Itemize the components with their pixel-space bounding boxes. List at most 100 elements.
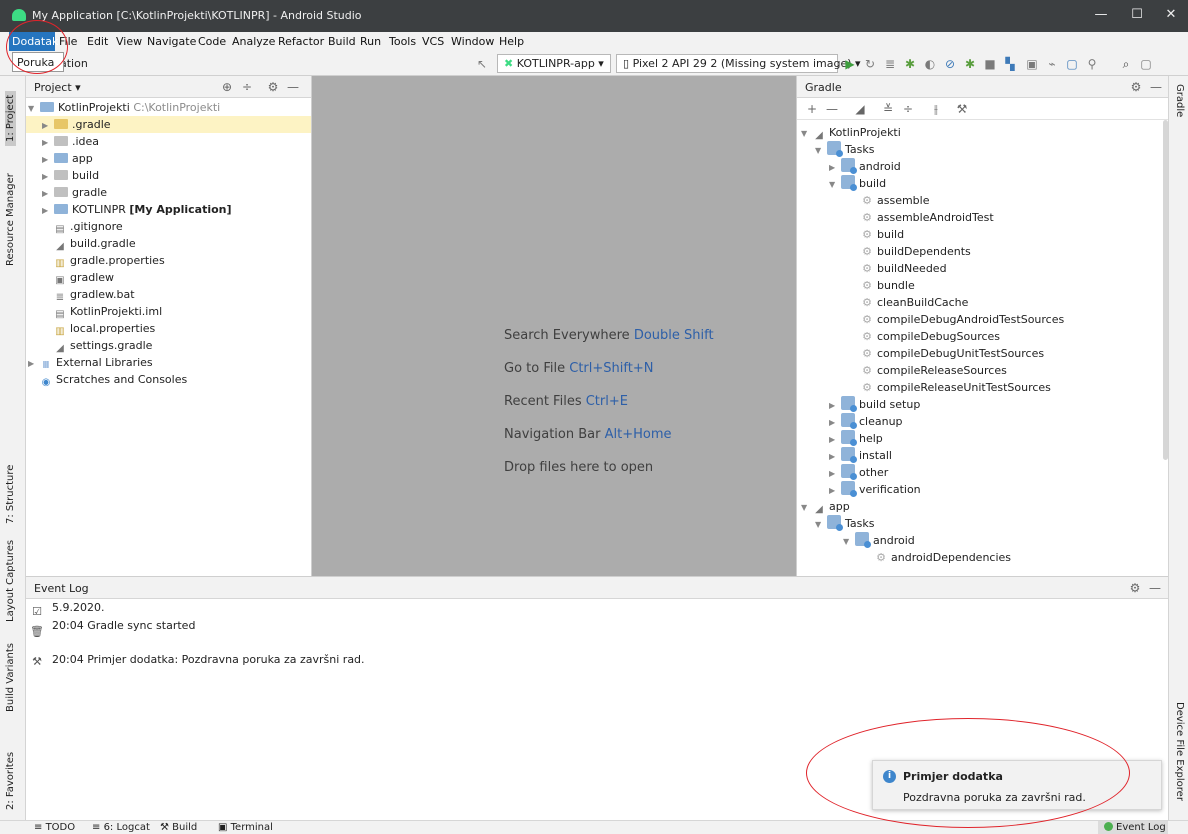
tree-item-scratches[interactable]: ◉ Scratches and Consoles xyxy=(40,371,188,388)
collapse-all-icon[interactable]: ÷ xyxy=(901,101,915,117)
gradle-group-android[interactable]: ▶ android xyxy=(829,158,901,175)
tree-item-app[interactable]: ▶ app xyxy=(42,150,93,167)
trash-icon[interactable]: 🗑 xyxy=(30,625,44,639)
menu-run[interactable]: Run xyxy=(360,34,381,50)
gradle-task[interactable]: ⚙ compileDebugSources xyxy=(861,328,1000,345)
tree-item-gitignore[interactable]: ▤ .gitignore xyxy=(54,218,122,235)
gear-icon[interactable]: ⚙ xyxy=(1128,580,1142,596)
debug-icon[interactable]: ✱ xyxy=(902,56,918,72)
gradle-task-android-dependencies[interactable]: ⚙ androidDependencies xyxy=(875,549,1011,566)
tab-todo[interactable]: ≡ TODO xyxy=(34,822,75,833)
menu-analyze[interactable]: Analyze xyxy=(232,34,275,50)
tab-favorites[interactable]: 2: Favorites xyxy=(5,752,16,810)
gradle-task[interactable]: ⚙ compileReleaseSources xyxy=(861,362,1007,379)
editor-area[interactable]: Search Everywhere Double Shift Go to Fil… xyxy=(312,76,796,576)
gear-icon[interactable]: ⚙ xyxy=(1129,79,1143,95)
tree-item-kotlinpr[interactable]: ▶ KOTLINPR [My Application] xyxy=(42,201,232,218)
stop-icon[interactable]: ■ xyxy=(982,56,998,72)
tree-item-gradle[interactable]: ▶ gradle xyxy=(42,184,107,201)
hide-icon[interactable]: — xyxy=(1148,580,1162,596)
gradle-task[interactable]: ⚙ compileReleaseUnitTestSources xyxy=(861,379,1051,396)
gradle-app-module[interactable]: ▼ ◢ app xyxy=(801,498,850,515)
gradle-group-build-setup[interactable]: ▶ build setup xyxy=(829,396,920,413)
profile-icon[interactable]: ◐ xyxy=(922,56,938,72)
gradle-task[interactable]: ⚙ buildDependents xyxy=(861,243,971,260)
user-icon[interactable]: ▢ xyxy=(1138,56,1154,72)
gradle-task[interactable]: ⚙ compileDebugUnitTestSources xyxy=(861,345,1044,362)
tab-terminal[interactable]: ▣ Terminal xyxy=(218,822,273,833)
tree-item-build-gradle[interactable]: ◢ build.gradle xyxy=(54,235,135,252)
close-button[interactable]: ✕ xyxy=(1154,4,1188,26)
attach-debugger-icon[interactable]: ⊘ xyxy=(942,56,958,72)
menu-edit[interactable]: Edit xyxy=(87,34,108,50)
gradle-task[interactable]: ⚙ build xyxy=(861,226,904,243)
gradle-task[interactable]: ⚙ buildNeeded xyxy=(861,260,946,277)
tree-item-build[interactable]: ▶ build xyxy=(42,167,99,184)
expand-all-icon[interactable]: ≚ xyxy=(881,101,895,117)
menu-vcs[interactable]: VCS xyxy=(422,34,444,50)
gradle-group-build[interactable]: ▼ build xyxy=(829,175,886,192)
menu-help[interactable]: Help xyxy=(499,34,524,50)
tab-gradle[interactable]: Gradle xyxy=(1174,84,1185,117)
tab-resource-manager[interactable]: Resource Manager xyxy=(5,173,16,266)
menu-navigate[interactable]: Navigate xyxy=(147,34,196,50)
collapse-all-icon[interactable]: ÷ xyxy=(240,79,254,95)
gradle-scrollbar[interactable] xyxy=(1163,120,1168,460)
avd-manager-icon[interactable]: ▣ xyxy=(1024,56,1040,72)
tree-item-external-libraries[interactable]: ▶ Ⅲ External Libraries xyxy=(28,354,153,371)
gear-icon[interactable]: ⚙ xyxy=(266,79,280,95)
gradle-root[interactable]: ▼ ◢ KotlinProjekti xyxy=(801,124,901,141)
gradle-app-tasks[interactable]: ▼ Tasks xyxy=(815,515,874,532)
hide-icon[interactable]: — xyxy=(1149,79,1163,95)
menu-file[interactable]: File xyxy=(59,34,77,50)
tree-item-gradlew[interactable]: ▣ gradlew xyxy=(54,269,114,286)
assistant-icon[interactable]: ⚲ xyxy=(1084,56,1100,72)
tab-layout-captures[interactable]: Layout Captures xyxy=(5,540,16,622)
gradle-task[interactable]: ⚙ assembleAndroidTest xyxy=(861,209,994,226)
gradle-app-android[interactable]: ▼ android xyxy=(843,532,915,549)
menu-build[interactable]: Build xyxy=(328,34,356,50)
gradle-tasks[interactable]: ▼ Tasks xyxy=(815,141,874,158)
tree-item-iml[interactable]: ▤ KotlinProjekti.iml xyxy=(54,303,162,320)
menu-view[interactable]: View xyxy=(116,34,142,50)
tree-item-gradlew-bat[interactable]: ≣ gradlew.bat xyxy=(54,286,135,303)
popup-item-poruka[interactable]: Poruka xyxy=(17,56,54,69)
minimize-button[interactable]: — xyxy=(1084,4,1118,26)
breadcrumb[interactable]: ation xyxy=(60,57,88,70)
apply-code-icon[interactable]: ≣ xyxy=(882,56,898,72)
gradle-group-cleanup[interactable]: ▶ cleanup xyxy=(829,413,903,430)
menu-window[interactable]: Window xyxy=(451,34,494,50)
apply-changes-icon[interactable]: ↻ xyxy=(862,56,878,72)
tree-item-local-properties[interactable]: ▥ local.properties xyxy=(54,320,155,337)
tab-build[interactable]: ⚒ Build xyxy=(160,822,197,833)
gradle-task[interactable]: ⚙ compileDebugAndroidTestSources xyxy=(861,311,1064,328)
remove-icon[interactable]: — xyxy=(825,101,839,117)
gradle-task[interactable]: ⚙ assemble xyxy=(861,192,929,209)
toggle-offline-icon[interactable]: ⫲ xyxy=(929,101,943,117)
tree-item-idea[interactable]: ▶ .idea xyxy=(42,133,99,150)
maximize-button[interactable]: ☐ xyxy=(1120,4,1154,26)
tree-root[interactable]: ▼ KotlinProjekti C:\KotlinProjekti xyxy=(28,99,220,116)
wrench-icon[interactable]: ⚒ xyxy=(955,101,969,117)
tab-project[interactable]: 1: Project xyxy=(5,90,16,146)
gradle-group-verification[interactable]: ▶ verification xyxy=(829,481,921,498)
search-icon[interactable]: ⌕ xyxy=(1118,56,1134,72)
gradle-group-help[interactable]: ▶ help xyxy=(829,430,883,447)
sync-project-icon[interactable]: ▚ xyxy=(1002,56,1018,72)
gradle-group-other[interactable]: ▶ other xyxy=(829,464,888,481)
run-icon[interactable]: ▶ xyxy=(842,56,858,72)
tab-structure[interactable]: 7: Structure xyxy=(5,465,16,524)
sdk-manager-icon[interactable]: ⌁ xyxy=(1044,56,1060,72)
tab-logcat[interactable]: ≡ 6: Logcat xyxy=(92,822,150,833)
hide-icon[interactable]: — xyxy=(286,79,300,95)
mark-read-icon[interactable]: ☑ xyxy=(30,605,44,619)
menu-dodatak[interactable]: Dodatak xyxy=(9,32,58,51)
tree-item-gradle-properties[interactable]: ▥ gradle.properties xyxy=(54,252,164,269)
tree-item-settings-gradle[interactable]: ◢ settings.gradle xyxy=(54,337,152,354)
device-selector[interactable]: ▯ Pixel 2 API 29 2 (Missing system image… xyxy=(616,54,861,73)
add-icon[interactable]: + xyxy=(805,101,819,117)
gradle-task[interactable]: ⚙ bundle xyxy=(861,277,915,294)
menu-tools[interactable]: Tools xyxy=(389,34,416,50)
locate-icon[interactable]: ⊕ xyxy=(220,79,234,95)
wrench-icon[interactable]: ⚒ xyxy=(30,655,44,669)
